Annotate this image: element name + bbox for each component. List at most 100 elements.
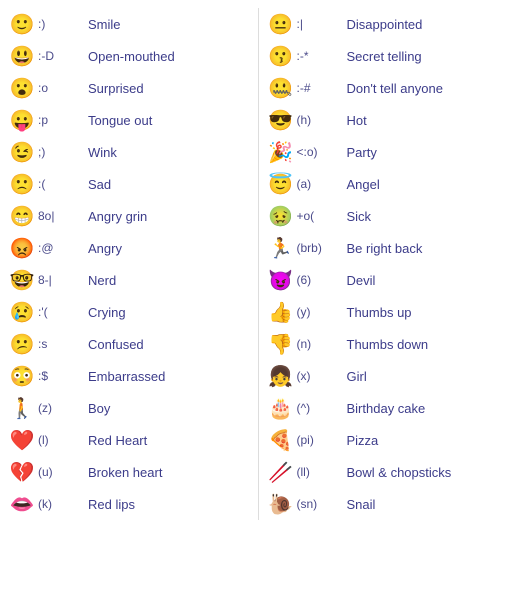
emoji-code: (pi): [297, 433, 347, 447]
list-item: 🤢+o(Sick: [263, 200, 513, 232]
list-item: 😕:sConfused: [4, 328, 254, 360]
emoji-name: Thumbs down: [347, 337, 511, 352]
emoji-icon: 👎: [265, 332, 297, 357]
list-item: 😐:|Disappointed: [263, 8, 513, 40]
emoji-icon: 😢: [6, 300, 38, 325]
emoji-icon: 😈: [265, 268, 297, 293]
emoji-name: Confused: [88, 337, 252, 352]
emoji-icon: 😮: [6, 76, 38, 101]
emoji-code: 8-|: [38, 273, 88, 287]
emoji-code: :-*: [297, 49, 347, 63]
emoji-name: Angry grin: [88, 209, 252, 224]
emoji-icon: ❤️: [6, 428, 38, 453]
list-item: 🙁:(Sad: [4, 168, 254, 200]
emoji-name: Embarrassed: [88, 369, 252, 384]
emoji-code: :(: [38, 177, 88, 191]
emoji-name: Party: [347, 145, 511, 160]
emoji-code: :$: [38, 369, 88, 383]
left-column: 🙂:)Smile😃:-DOpen-mouthed😮:oSurprised😛:pT…: [4, 8, 254, 520]
emoji-code: (x): [297, 369, 347, 383]
emoji-name: Nerd: [88, 273, 252, 288]
emoji-code: (brb): [297, 241, 347, 255]
emoji-name: Pizza: [347, 433, 511, 448]
emoji-icon: 🙂: [6, 12, 38, 37]
emoji-name: Be right back: [347, 241, 511, 256]
emoji-icon: 🎉: [265, 140, 297, 165]
emoji-icon: 😳: [6, 364, 38, 389]
emoji-code: :o: [38, 81, 88, 95]
emoji-name: Birthday cake: [347, 401, 511, 416]
emoji-code: ;): [38, 145, 88, 159]
emoji-code: (ll): [297, 465, 347, 479]
emoji-code: <:o): [297, 145, 347, 159]
emoji-icon: 🤐: [265, 76, 297, 101]
list-item: 👎(n)Thumbs down: [263, 328, 513, 360]
list-item: 🎂(^)Birthday cake: [263, 392, 513, 424]
emoji-icon: 👄: [6, 492, 38, 517]
emoji-icon: 🙁: [6, 172, 38, 197]
emoji-name: Snail: [347, 497, 511, 512]
emoji-name: Girl: [347, 369, 511, 384]
emoji-icon: 👍: [265, 300, 297, 325]
column-divider: [258, 8, 259, 520]
emoji-name: Boy: [88, 401, 252, 416]
emoji-icon: 🚶: [6, 396, 38, 421]
emoji-icon: 😗: [265, 44, 297, 69]
emoji-code: (k): [38, 497, 88, 511]
emoji-icon: 🐌: [265, 492, 297, 517]
emoji-code: (y): [297, 305, 347, 319]
emoji-code: +o(: [297, 209, 347, 223]
emoji-icon: 💔: [6, 460, 38, 485]
list-item: 😢:'(Crying: [4, 296, 254, 328]
list-item: 😉;)Wink: [4, 136, 254, 168]
emoji-code: (u): [38, 465, 88, 479]
list-item: 🚶(z)Boy: [4, 392, 254, 424]
emoji-table: 🙂:)Smile😃:-DOpen-mouthed😮:oSurprised😛:pT…: [0, 0, 516, 528]
list-item: 👍(y)Thumbs up: [263, 296, 513, 328]
list-item: 😎(h)Hot: [263, 104, 513, 136]
list-item: 😁8o|Angry grin: [4, 200, 254, 232]
emoji-icon: 🤓: [6, 268, 38, 293]
emoji-name: Wink: [88, 145, 252, 160]
emoji-name: Bowl & chopsticks: [347, 465, 511, 480]
emoji-name: Tongue out: [88, 113, 252, 128]
list-item: 🥢(ll)Bowl & chopsticks: [263, 456, 513, 488]
list-item: 👧(x)Girl: [263, 360, 513, 392]
list-item: 😮:oSurprised: [4, 72, 254, 104]
list-item: 😛:pTongue out: [4, 104, 254, 136]
list-item: 😈(6)Devil: [263, 264, 513, 296]
emoji-name: Disappointed: [347, 17, 511, 32]
emoji-name: Don't tell anyone: [347, 81, 511, 96]
list-item: 😃:-DOpen-mouthed: [4, 40, 254, 72]
emoji-icon: 🥢: [265, 460, 297, 485]
emoji-icon: 🤢: [265, 204, 297, 229]
emoji-code: (z): [38, 401, 88, 415]
emoji-name: Angel: [347, 177, 511, 192]
list-item: 😗:-*Secret telling: [263, 40, 513, 72]
emoji-icon: 😇: [265, 172, 297, 197]
emoji-icon: 😉: [6, 140, 38, 165]
emoji-icon: 😕: [6, 332, 38, 357]
right-column: 😐:|Disappointed😗:-*Secret telling🤐:-#Don…: [263, 8, 513, 520]
emoji-code: :p: [38, 113, 88, 127]
emoji-name: Thumbs up: [347, 305, 511, 320]
emoji-code: (6): [297, 273, 347, 287]
emoji-name: Open-mouthed: [88, 49, 252, 64]
list-item: 🍕(pi)Pizza: [263, 424, 513, 456]
list-item: ❤️(l)Red Heart: [4, 424, 254, 456]
emoji-code: :s: [38, 337, 88, 351]
emoji-name: Surprised: [88, 81, 252, 96]
emoji-icon: 🎂: [265, 396, 297, 421]
list-item: 😳:$Embarrassed: [4, 360, 254, 392]
emoji-code: :-#: [297, 81, 347, 95]
emoji-code: (h): [297, 113, 347, 127]
list-item: 🤐:-#Don't tell anyone: [263, 72, 513, 104]
emoji-code: (a): [297, 177, 347, 191]
list-item: 😇(a)Angel: [263, 168, 513, 200]
emoji-icon: 🏃: [265, 236, 297, 261]
emoji-code: (l): [38, 433, 88, 447]
emoji-name: Devil: [347, 273, 511, 288]
list-item: 💔(u)Broken heart: [4, 456, 254, 488]
emoji-icon: 😎: [265, 108, 297, 133]
emoji-name: Angry: [88, 241, 252, 256]
